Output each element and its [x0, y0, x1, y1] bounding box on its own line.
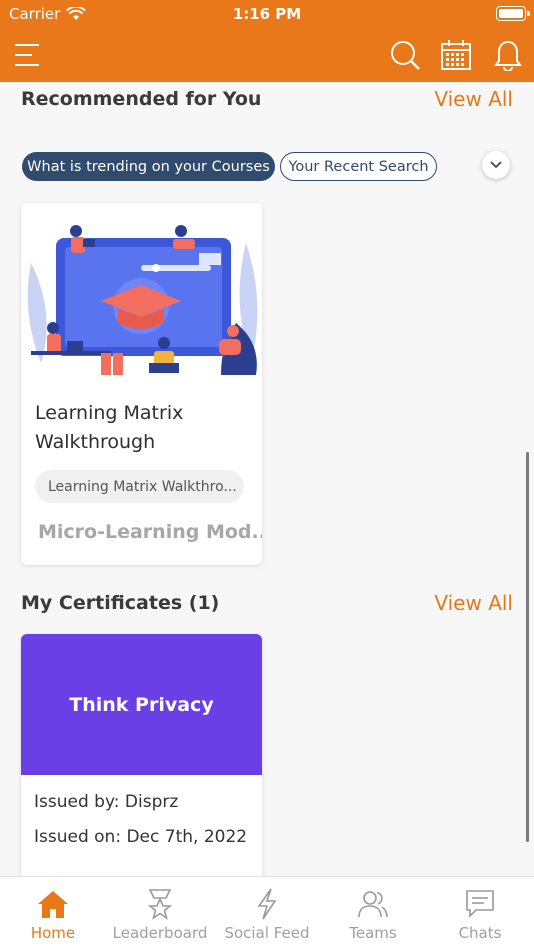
nav-home-label: Home: [30, 924, 76, 942]
status-time: 1:16 PM: [232, 5, 302, 23]
people-icon: [356, 887, 390, 921]
nav-chats-label: Chats: [458, 924, 502, 942]
expand-tabs-button[interactable]: [482, 151, 510, 179]
tab-recent-search[interactable]: Your Recent Search: [280, 152, 437, 181]
course-thumbnail: [21, 203, 262, 378]
course-tag: Learning Matrix Walkthro...: [35, 470, 244, 503]
home-icon: [36, 887, 70, 921]
chat-icon: [463, 887, 497, 921]
certificates-view-all-link[interactable]: View All: [434, 591, 513, 615]
status-bar: Carrier 1:16 PM: [0, 0, 534, 28]
nav-teams-label: Teams: [349, 924, 397, 942]
nav-leaderboard[interactable]: Leaderboard: [107, 877, 213, 950]
certificate-banner: Think Privacy: [21, 634, 262, 775]
battery-icon: [496, 6, 530, 21]
chevron-down-icon: [490, 161, 502, 169]
course-card[interactable]: Learning Matrix Walkthrough Learning Mat…: [21, 203, 262, 565]
calendar-icon[interactable]: [439, 38, 473, 72]
nav-leaderboard-label: Leaderboard: [112, 924, 208, 942]
bottom-nav: Home Leaderboard Social Feed Teams Chats: [0, 876, 534, 950]
certificates-title: My Certificates (1): [21, 592, 220, 614]
nav-social-feed-label: Social Feed: [224, 924, 310, 942]
nav-home[interactable]: Home: [0, 877, 106, 950]
nav-teams[interactable]: Teams: [320, 877, 426, 950]
lightning-icon: [250, 887, 284, 921]
menu-icon[interactable]: [10, 38, 44, 72]
certificate-issued-on: Issued on: Dec 7th, 2022: [34, 827, 248, 847]
certificate-card[interactable]: Think Privacy Issued by: Disprz Issued o…: [21, 634, 262, 884]
bell-icon[interactable]: [491, 38, 525, 72]
course-type: Micro-Learning Mod...: [38, 521, 262, 543]
nav-chats[interactable]: Chats: [427, 877, 533, 950]
search-icon[interactable]: [388, 38, 422, 72]
nav-social-feed[interactable]: Social Feed: [214, 877, 320, 950]
trophy-icon: [143, 887, 177, 921]
tab-trending-courses[interactable]: What is trending on your Courses: [22, 152, 275, 181]
recommended-view-all-link[interactable]: View All: [434, 87, 513, 111]
certificate-name: Think Privacy: [69, 693, 214, 716]
recommended-title: Recommended for You: [21, 88, 262, 110]
scrollbar[interactable]: [526, 452, 529, 842]
app-header: Carrier 1:16 PM: [0, 0, 534, 82]
certificate-issued-by: Issued by: Disprz: [34, 792, 179, 812]
course-title: Learning Matrix Walkthrough: [35, 402, 184, 453]
